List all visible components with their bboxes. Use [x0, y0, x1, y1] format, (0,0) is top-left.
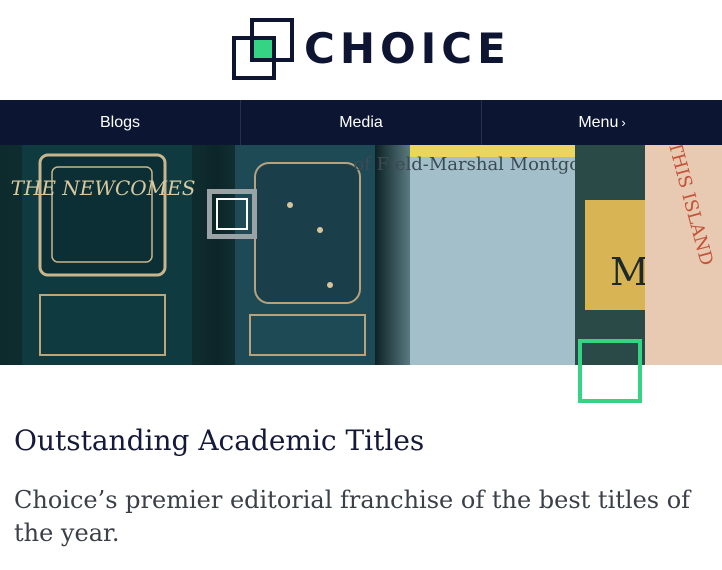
choice-logo[interactable]: CHOICE: [232, 18, 511, 80]
nav-item-label: Menu: [578, 113, 619, 131]
page-title: Outstanding Academic Titles: [14, 424, 425, 457]
nav-item-label: Blogs: [99, 113, 141, 131]
decorative-green-square: [578, 339, 642, 403]
decorative-grey-square: [207, 189, 257, 239]
nav-item-media[interactable]: Media: [241, 100, 482, 145]
chevron-right-icon: ›: [621, 115, 626, 130]
page-subtitle: Choice’s premier editorial franchise of …: [14, 486, 691, 547]
brand-name: CHOICE: [304, 24, 511, 73]
decorative-grey-square-inner: [216, 198, 248, 230]
nav-item-blogs[interactable]: Blogs: [0, 100, 241, 145]
nav-item-menu[interactable]: Menu ›: [482, 100, 722, 145]
main-nav: Blogs Media Menu ›: [0, 100, 722, 145]
choice-logo-icon: [232, 18, 294, 80]
site-header: CHOICE: [0, 0, 722, 100]
spine-title-1a: THE NEWCOMES: [11, 176, 196, 200]
bookshelf-illustration: THE NEWCOMES of Field-Marshal Montgomery…: [11, 145, 722, 365]
nav-item-label: Media: [339, 113, 383, 131]
bookshelf-hero-image: THE NEWCOMES of Field-Marshal Montgomery…: [0, 145, 722, 365]
